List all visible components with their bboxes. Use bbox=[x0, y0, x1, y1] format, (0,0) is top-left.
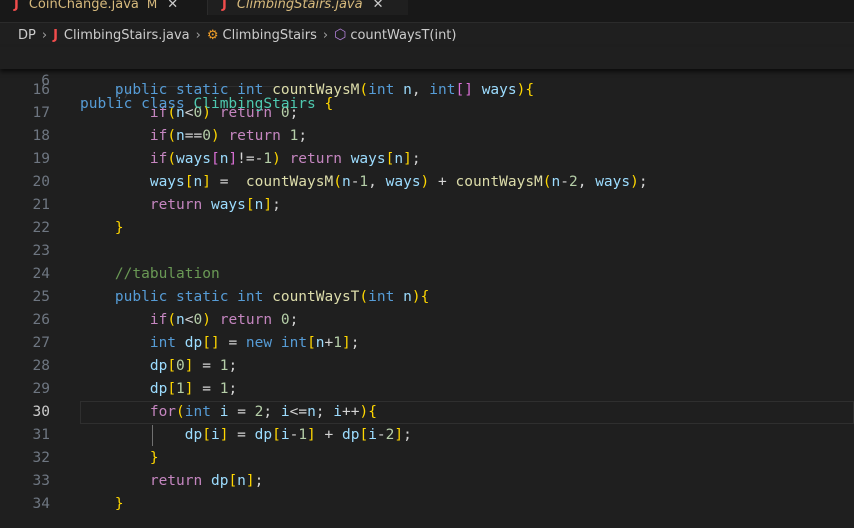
line-number: 23 bbox=[32, 243, 50, 259]
close-icon[interactable]: ✕ bbox=[167, 0, 178, 12]
code-line[interactable]: 31 dp[i] = dp[i-1] + dp[i-2]; bbox=[0, 424, 854, 447]
code-line[interactable]: 32 } bbox=[0, 447, 854, 470]
java-file-icon: J bbox=[53, 27, 58, 43]
code-line[interactable]: 19 if(ways[n]!=-1) return ways[n]; bbox=[0, 148, 854, 171]
code-line[interactable]: 27 int dp[] = new int[n+1]; bbox=[0, 332, 854, 355]
code-line[interactable]: 25 public static int countWaysT(int n){ bbox=[0, 286, 854, 309]
code-text: if(n<0) return 0; bbox=[149, 312, 299, 328]
code-text: if(ways[n]!=-1) return ways[n]; bbox=[149, 151, 421, 167]
code-line[interactable]: 24 //tabulation bbox=[0, 263, 854, 286]
line-number: 24 bbox=[32, 266, 50, 282]
line-number: 25 bbox=[32, 289, 50, 305]
line-number: 28 bbox=[32, 358, 50, 374]
chevron-right-icon: › bbox=[195, 27, 201, 43]
line-number: 32 bbox=[32, 450, 50, 466]
code-text: } bbox=[149, 450, 159, 466]
code-text: public class ClimbingStairs { bbox=[80, 96, 334, 112]
tab-label: ClimbingStairs.java bbox=[236, 0, 363, 12]
code-text: return ways[n]; bbox=[149, 197, 281, 213]
line-number: 30 bbox=[32, 404, 50, 420]
code-line[interactable]: 28 dp[0] = 1; bbox=[0, 355, 854, 378]
code-text: } bbox=[114, 496, 124, 512]
code-text: return dp[n]; bbox=[149, 473, 264, 489]
code-text: if(n==0) return 1; bbox=[149, 128, 308, 144]
code-text: ways[n] = countWaysM(n-1, ways) + countW… bbox=[149, 174, 648, 190]
tab-label: CoinChange.java bbox=[28, 0, 139, 12]
tab-bar: J CoinChange.java M ✕ J ClimbingStairs.j… bbox=[0, 0, 854, 23]
tab-climbingstairs[interactable]: J ClimbingStairs.java ✕ bbox=[208, 0, 408, 15]
code-text: //tabulation bbox=[114, 266, 220, 282]
chevron-right-icon: › bbox=[41, 27, 48, 43]
code-line[interactable]: 33 return dp[n]; bbox=[0, 470, 854, 493]
code-editor[interactable]: 6 public class ClimbingStairs { // ‾‾‾‾‾… bbox=[0, 47, 854, 528]
modified-badge: M bbox=[146, 0, 158, 11]
close-icon[interactable]: ✕ bbox=[373, 0, 384, 12]
line-number: 34 bbox=[32, 496, 50, 512]
code-text: int dp[] = new int[n+1]; bbox=[149, 335, 360, 351]
sticky-scroll-line[interactable]: 6 public class ClimbingStairs { bbox=[0, 47, 854, 112]
line-number: 19 bbox=[32, 151, 50, 167]
line-number: 33 bbox=[32, 473, 50, 489]
code-line[interactable]: 18 if(n==0) return 1; bbox=[0, 125, 854, 148]
line-number: 21 bbox=[32, 197, 50, 213]
line-number: 20 bbox=[32, 174, 50, 190]
method-cube-icon: ⬡ bbox=[334, 27, 347, 43]
code-text: public static int countWaysT(int n){ bbox=[114, 289, 430, 305]
indent-guide bbox=[151, 425, 153, 446]
code-line[interactable]: 22 } bbox=[0, 217, 854, 240]
java-file-icon: J bbox=[222, 0, 227, 12]
code-line[interactable]: 30 for(int i = 2; i<=n; i++){ bbox=[0, 401, 854, 424]
code-line[interactable]: 21 return ways[n]; bbox=[0, 194, 854, 217]
code-text: dp[0] = 1; bbox=[149, 358, 238, 374]
code-line[interactable]: 20 ways[n] = countWaysM(n-1, ways) + cou… bbox=[0, 171, 854, 194]
breadcrumb-file[interactable]: ClimbingStairs.java bbox=[64, 28, 190, 43]
line-number: 22 bbox=[32, 220, 50, 236]
breadcrumb-class[interactable]: ClimbingStairs bbox=[223, 28, 317, 43]
line-number: 27 bbox=[32, 335, 50, 351]
code-line[interactable]: 23 bbox=[0, 240, 854, 263]
tab-coinchange[interactable]: J CoinChange.java M ✕ bbox=[0, 0, 208, 15]
line-number: 31 bbox=[32, 427, 50, 443]
line-number: 6 bbox=[41, 73, 50, 89]
java-file-icon: J bbox=[14, 0, 19, 12]
breadcrumb-method[interactable]: countWaysT(int) bbox=[350, 28, 456, 43]
code-line[interactable]: 29 dp[1] = 1; bbox=[0, 378, 854, 401]
code-text: dp[i] = dp[i-1] + dp[i-2]; bbox=[184, 427, 412, 443]
line-number: 29 bbox=[32, 381, 50, 397]
breadcrumb: DP › J ClimbingStairs.java › ⚙ ClimbingS… bbox=[0, 23, 854, 47]
code-text: } bbox=[114, 220, 124, 236]
code-text: for(int i = 2; i<=n; i++){ bbox=[149, 404, 377, 420]
breadcrumb-folder[interactable]: DP bbox=[18, 28, 36, 43]
class-icon: ⚙ bbox=[206, 27, 219, 43]
code-text: dp[1] = 1; bbox=[149, 381, 238, 397]
code-line[interactable]: 26 if(n<0) return 0; bbox=[0, 309, 854, 332]
chevron-right-icon: › bbox=[322, 27, 329, 43]
line-number: 26 bbox=[32, 312, 50, 328]
code-line[interactable]: 34 } bbox=[0, 493, 854, 516]
